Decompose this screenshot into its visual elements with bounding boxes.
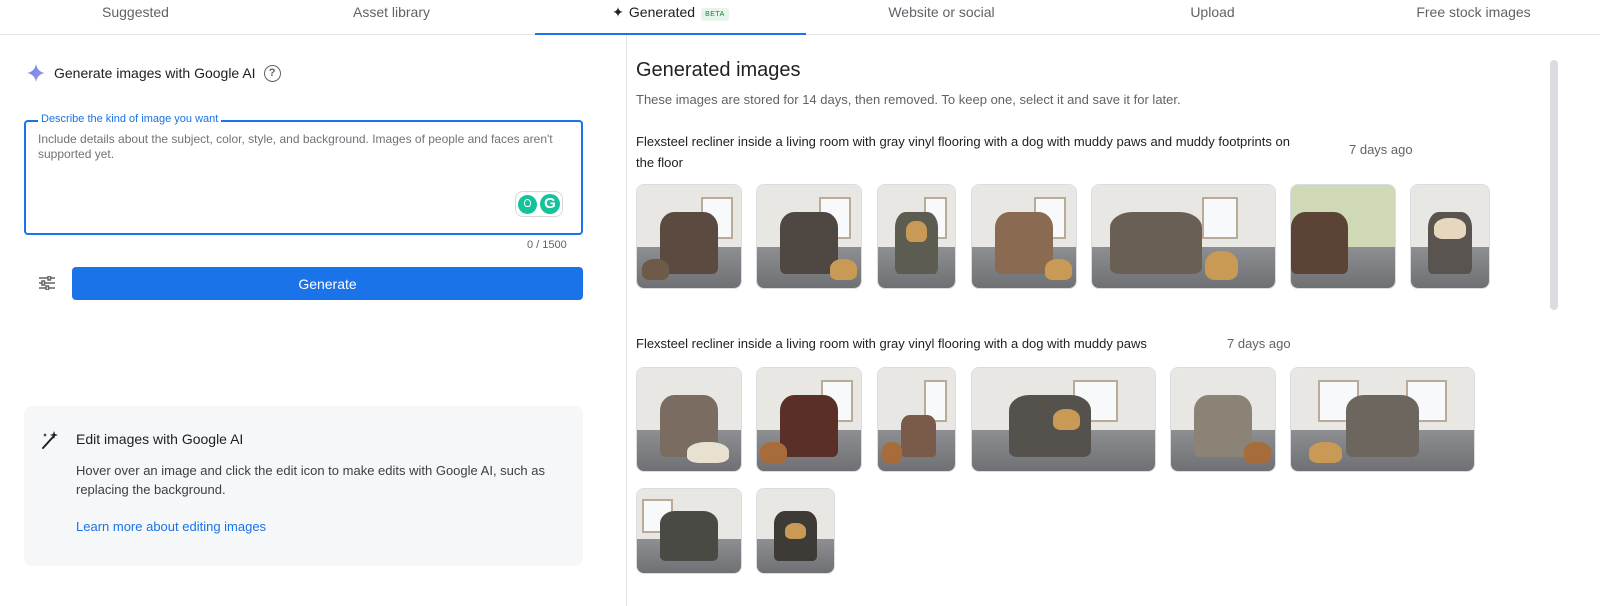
section-title: Generated images — [636, 59, 801, 81]
tab-upload[interactable]: Upload — [1077, 0, 1348, 34]
group-timestamp: 7 days ago — [1349, 142, 1413, 157]
generate-button[interactable]: Generate — [72, 267, 583, 300]
group-prompt: Flexsteel recliner inside a living room … — [636, 336, 1147, 351]
generated-image-thumbnail[interactable] — [1290, 184, 1396, 289]
generate-panel: Generate images with Google AI ? Describ… — [0, 35, 627, 606]
generated-image-thumbnail[interactable] — [971, 184, 1077, 289]
generated-image-thumbnail[interactable] — [877, 367, 956, 472]
generate-header: Generate images with Google AI ? — [26, 63, 281, 83]
generated-image-thumbnail[interactable] — [1170, 367, 1276, 472]
tab-label: Generated — [628, 4, 696, 20]
tab-label: Website or social — [888, 4, 995, 20]
generate-title: Generate images with Google AI — [54, 65, 256, 81]
generated-image-thumbnail[interactable] — [756, 367, 862, 472]
source-tabs: Suggested Asset library ✦ Generated BETA… — [0, 0, 1600, 35]
generated-image-thumbnail[interactable] — [636, 367, 742, 472]
section-description: These images are stored for 14 days, the… — [636, 92, 1181, 107]
help-icon[interactable]: ? — [263, 64, 281, 82]
generated-image-thumbnail[interactable] — [1091, 184, 1276, 289]
tab-free-stock-images[interactable]: Free stock images — [1347, 0, 1600, 34]
tab-suggested[interactable]: Suggested — [0, 0, 271, 34]
tab-website-or-social[interactable]: Website or social — [806, 0, 1077, 34]
generated-image-thumbnail[interactable] — [636, 184, 742, 289]
beta-badge: BETA — [701, 8, 729, 21]
tab-label: Asset library — [352, 4, 431, 20]
grammarly-widget[interactable]: G — [515, 191, 563, 217]
sparkle-icon: ✦ — [612, 4, 624, 20]
generated-image-thumbnail[interactable] — [1410, 184, 1490, 289]
generated-image-thumbnail[interactable] — [877, 184, 956, 289]
grammarly-icon[interactable]: G — [540, 194, 560, 214]
generated-image-thumbnail[interactable] — [1290, 367, 1475, 472]
gemini-sparkle-icon — [27, 64, 45, 82]
group-timestamp: 7 days ago — [1227, 336, 1291, 351]
edit-card-description: Hover over an image and click the edit i… — [76, 463, 545, 497]
generated-image-thumbnail[interactable] — [636, 488, 742, 574]
character-counter: 0 / 1500 — [527, 239, 567, 251]
tab-generated[interactable]: ✦ Generated BETA — [535, 0, 806, 35]
prompt-field-label: Describe the kind of image you want — [38, 113, 222, 125]
tab-label: Free stock images — [1416, 4, 1531, 20]
settings-sliders-icon[interactable] — [39, 276, 55, 290]
edit-info-card: Edit images with Google AI Hover over an… — [24, 406, 583, 566]
generated-image-thumbnail[interactable] — [756, 488, 835, 574]
generated-images-panel: Generated images These images are stored… — [627, 35, 1600, 606]
edit-card-title: Edit images with Google AI — [76, 431, 244, 447]
learn-more-link[interactable]: Learn more about editing images — [76, 519, 266, 534]
scrollbar[interactable] — [1550, 60, 1558, 310]
magic-wand-icon — [42, 431, 58, 449]
prompt-input[interactable] — [38, 132, 568, 192]
generated-image-thumbnail[interactable] — [971, 367, 1156, 472]
lightbulb-icon[interactable] — [518, 194, 537, 214]
prompt-field: Describe the kind of image you want G — [24, 113, 583, 235]
group-prompt: Flexsteel recliner inside a living room … — [636, 134, 1290, 170]
tab-label: Upload — [1190, 4, 1235, 20]
tab-asset-library[interactable]: Asset library — [256, 0, 527, 34]
tab-label: Suggested — [102, 4, 169, 20]
generated-image-thumbnail[interactable] — [756, 184, 862, 289]
